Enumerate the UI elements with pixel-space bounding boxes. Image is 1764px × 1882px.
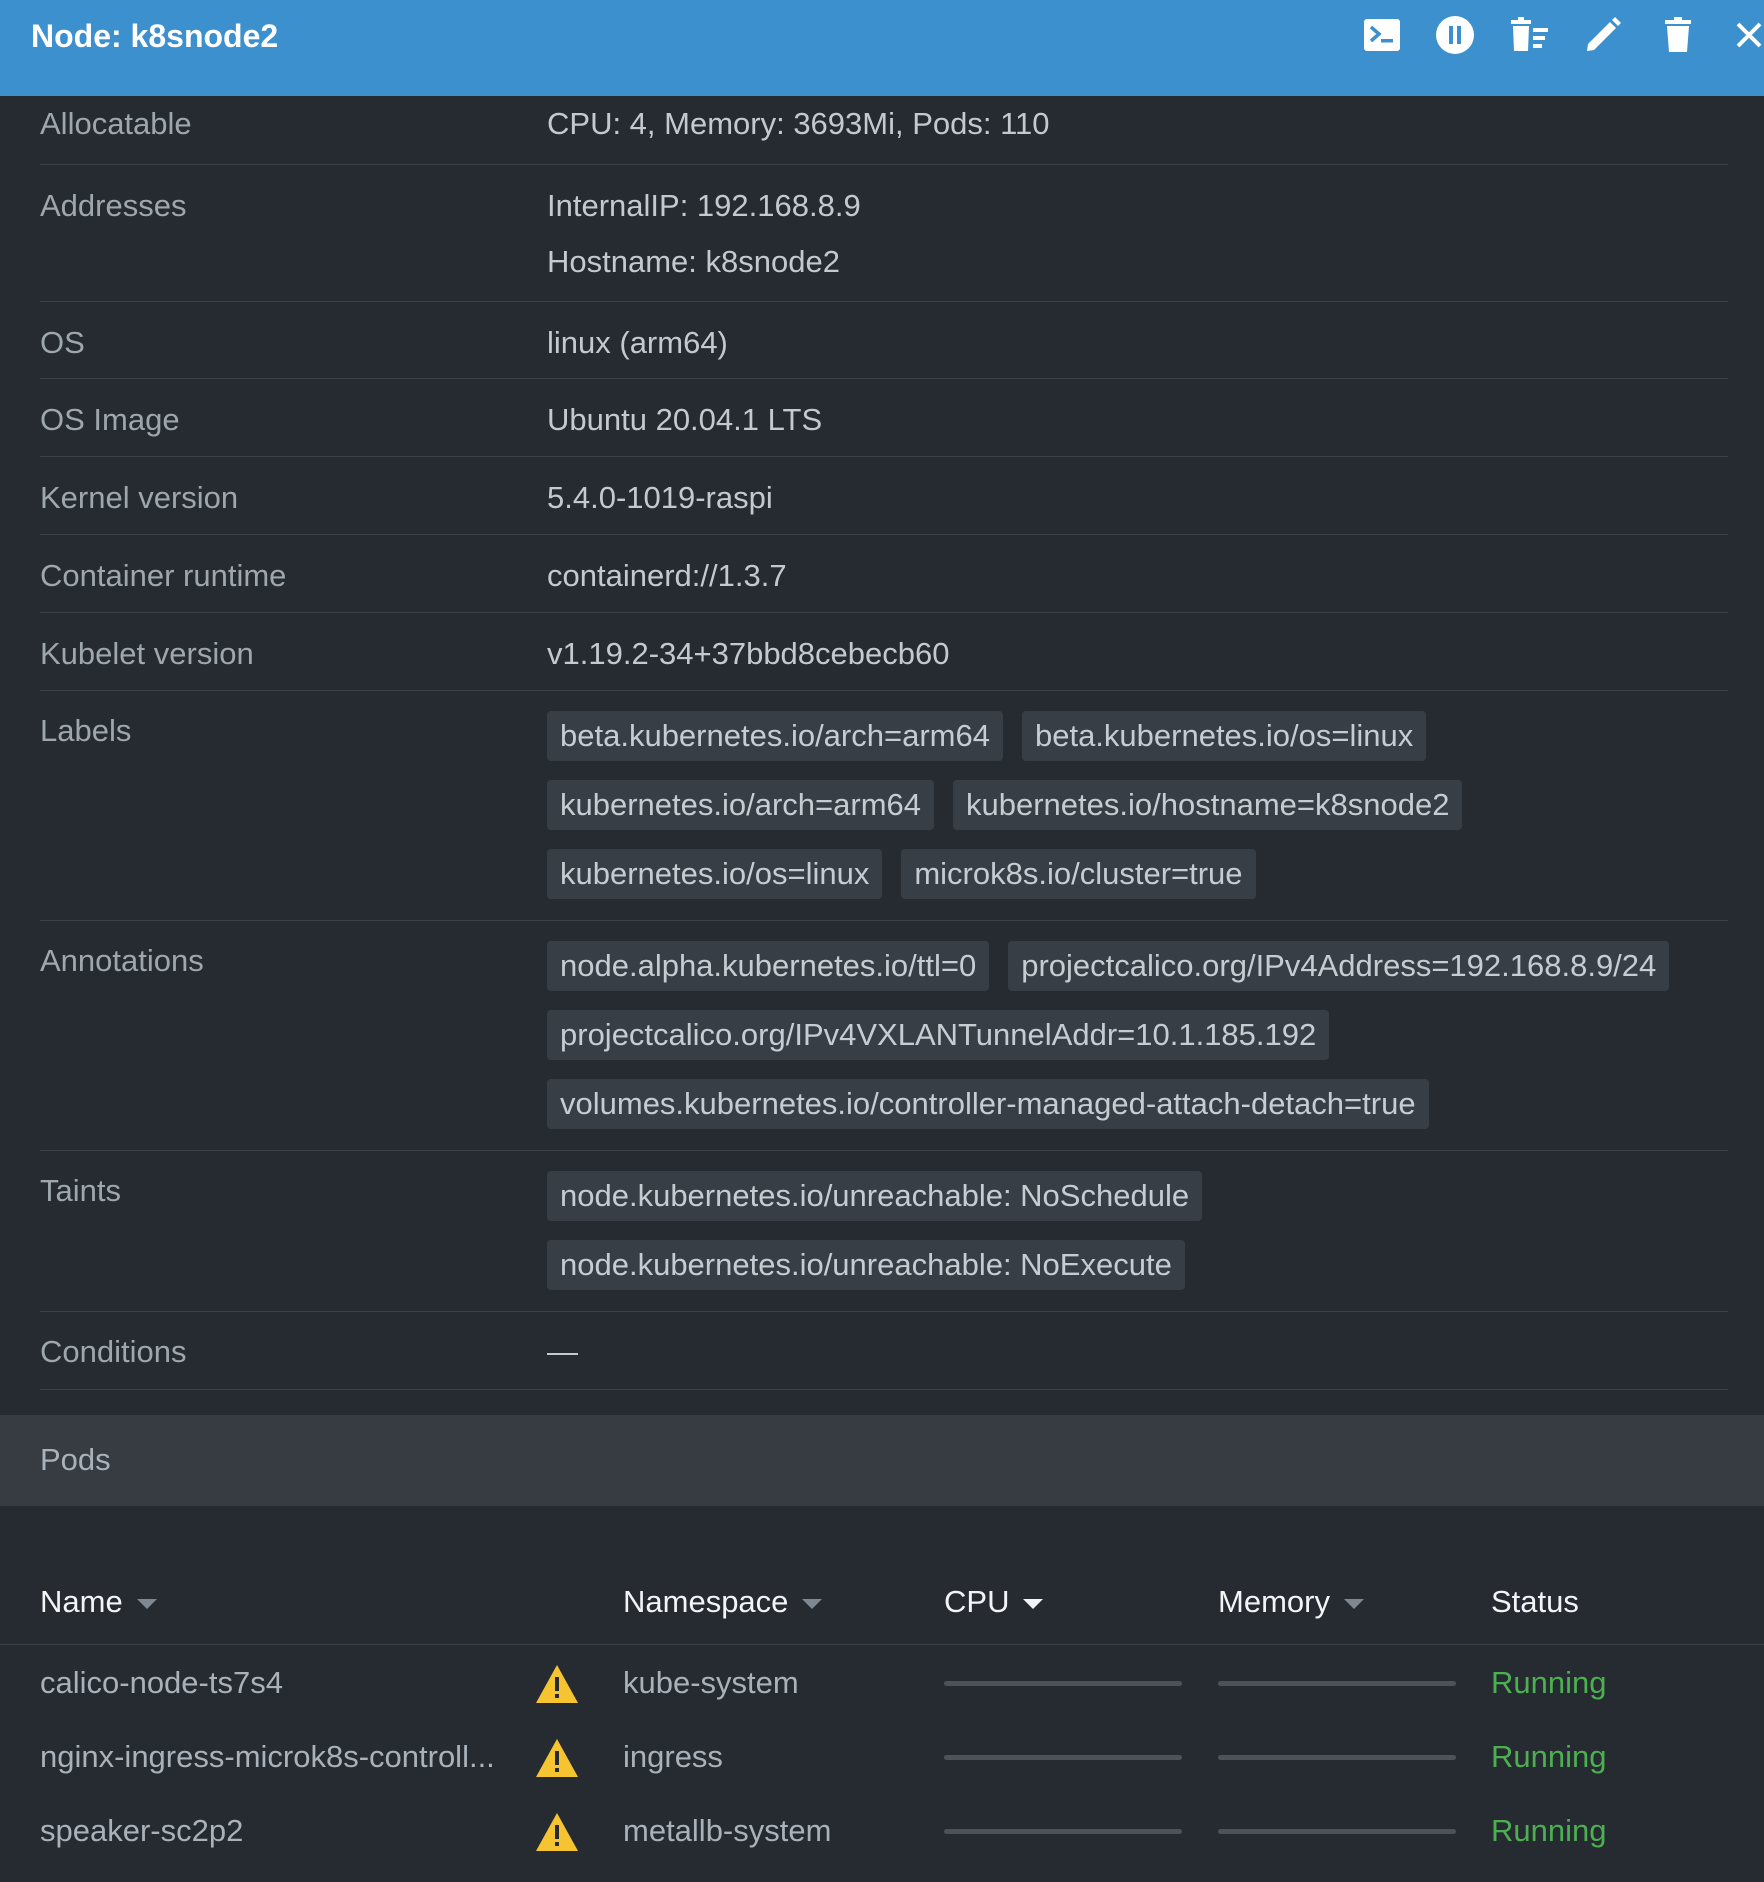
- detail-value: linux (arm64): [547, 325, 728, 360]
- detail-value: containerd://1.3.7: [547, 558, 787, 593]
- column-header-status: Status: [1491, 1584, 1579, 1619]
- pod-name: speaker-sc2p2: [40, 1813, 244, 1848]
- detail-row-taints: Taints node.kubernetes.io/unreachable: N…: [40, 1151, 1728, 1312]
- detail-value: v1.19.2-34+37bbd8cebecb60: [547, 636, 950, 671]
- detail-label: Conditions: [40, 1334, 187, 1369]
- labels-list: beta.kubernetes.io/arch=arm64 beta.kuber…: [547, 711, 1728, 918]
- cpu-usage-bar: [944, 1755, 1182, 1760]
- drain-icon[interactable]: [1508, 14, 1550, 56]
- annotations-list: node.alpha.kubernetes.io/ttl=0 projectca…: [547, 941, 1728, 1148]
- detail-label: Kubelet version: [40, 636, 254, 671]
- pod-status: Running: [1491, 1665, 1607, 1700]
- detail-label: Addresses: [40, 188, 187, 223]
- table-row[interactable]: nginx-ingress-microk8s-controll... ingre…: [0, 1720, 1764, 1794]
- close-icon[interactable]: [1728, 14, 1764, 56]
- detail-label: Labels: [40, 713, 132, 748]
- pods-table-header: Name Namespace CPU Memory Status: [0, 1582, 1764, 1645]
- pod-namespace: ingress: [623, 1739, 723, 1774]
- cpu-usage-bar: [944, 1829, 1182, 1834]
- detail-label: OS Image: [40, 402, 180, 437]
- pods-title: Pods: [40, 1442, 111, 1477]
- edit-icon[interactable]: [1582, 14, 1624, 56]
- node-details: Allocatable CPU: 4, Memory: 3693Mi, Pods…: [40, 96, 1728, 1390]
- warning-icon: [534, 1663, 580, 1705]
- detail-value: —: [547, 1334, 578, 1369]
- memory-usage-bar: [1218, 1755, 1456, 1760]
- cpu-usage-bar: [944, 1681, 1182, 1686]
- warning-icon: [534, 1811, 580, 1853]
- column-header-name[interactable]: Name: [40, 1582, 157, 1622]
- pods-section-header: Pods: [0, 1415, 1764, 1506]
- hostname: Hostname: k8snode2: [547, 244, 840, 279]
- detail-value: CPU: 4, Memory: 3693Mi, Pods: 110: [547, 106, 1050, 141]
- pod-name: calico-node-ts7s4: [40, 1665, 283, 1700]
- taint-chip: node.kubernetes.io/unreachable: NoSchedu…: [547, 1171, 1203, 1221]
- detail-row-conditions: Conditions —: [40, 1312, 1728, 1390]
- label-chip: kubernetes.io/hostname=k8snode2: [953, 780, 1463, 830]
- label-chip: beta.kubernetes.io/os=linux: [1021, 711, 1427, 761]
- label-chip: beta.kubernetes.io/arch=arm64: [547, 711, 1003, 761]
- detail-row-os: OS linux (arm64): [40, 302, 1728, 379]
- warning-icon: [534, 1737, 580, 1779]
- annotation-chip: volumes.kubernetes.io/controller-managed…: [547, 1079, 1429, 1129]
- pod-name: nginx-ingress-microk8s-controll...: [40, 1739, 495, 1774]
- dialog-header: Node: k8snode2: [0, 0, 1764, 96]
- detail-label: Kernel version: [40, 480, 239, 515]
- pod-namespace: kube-system: [623, 1665, 799, 1700]
- memory-usage-bar: [1218, 1681, 1456, 1686]
- memory-usage-bar: [1218, 1829, 1456, 1834]
- detail-row-annotations: Annotations node.alpha.kubernetes.io/ttl…: [40, 921, 1728, 1151]
- dialog-title: Node: k8snode2: [31, 18, 279, 54]
- detail-row-allocatable: Allocatable CPU: 4, Memory: 3693Mi, Pods…: [40, 96, 1728, 165]
- detail-label: OS: [40, 325, 85, 360]
- label-chip: kubernetes.io/os=linux: [547, 849, 883, 899]
- sort-caret-icon: [1343, 1598, 1364, 1609]
- detail-label: Container runtime: [40, 558, 287, 593]
- label-chip: microk8s.io/cluster=true: [901, 849, 1256, 899]
- detail-label: Annotations: [40, 943, 204, 978]
- pod-status: Running: [1491, 1739, 1607, 1774]
- terminal-icon[interactable]: [1361, 14, 1403, 56]
- table-row[interactable]: calico-node-ts7s4 kube-system Running: [0, 1646, 1764, 1720]
- sort-caret-icon: [136, 1598, 157, 1609]
- taint-chip: node.kubernetes.io/unreachable: NoExecut…: [547, 1240, 1185, 1290]
- detail-row-kernel: Kernel version 5.4.0-1019-raspi: [40, 457, 1728, 535]
- detail-row-runtime: Container runtime containerd://1.3.7: [40, 535, 1728, 613]
- sort-caret-icon: [802, 1598, 823, 1609]
- column-header-cpu[interactable]: CPU: [944, 1582, 1044, 1622]
- label-chip: kubernetes.io/arch=arm64: [547, 780, 935, 830]
- trash-icon[interactable]: [1657, 14, 1699, 56]
- column-header-namespace[interactable]: Namespace: [623, 1582, 823, 1622]
- table-row[interactable]: speaker-sc2p2 metallb-system Running: [0, 1794, 1764, 1868]
- detail-row-os-image: OS Image Ubuntu 20.04.1 LTS: [40, 379, 1728, 457]
- detail-row-addresses: Addresses InternalIP: 192.168.8.9 Hostna…: [40, 165, 1728, 302]
- detail-value: Ubuntu 20.04.1 LTS: [547, 402, 823, 437]
- taints-list: node.kubernetes.io/unreachable: NoSchedu…: [547, 1171, 1728, 1309]
- pause-icon[interactable]: [1434, 14, 1476, 56]
- pod-namespace: metallb-system: [623, 1813, 832, 1848]
- detail-value: 5.4.0-1019-raspi: [547, 480, 773, 515]
- column-header-memory[interactable]: Memory: [1218, 1582, 1364, 1622]
- annotation-chip: node.alpha.kubernetes.io/ttl=0: [547, 941, 990, 991]
- detail-label: Taints: [40, 1173, 121, 1208]
- internal-ip: InternalIP: 192.168.8.9: [547, 188, 861, 223]
- detail-label: Allocatable: [40, 106, 192, 141]
- sort-caret-icon: [1023, 1598, 1044, 1609]
- annotation-chip: projectcalico.org/IPv4Address=192.168.8.…: [1008, 941, 1670, 991]
- detail-row-kubelet: Kubelet version v1.19.2-34+37bbd8cebecb6…: [40, 613, 1728, 691]
- pod-status: Running: [1491, 1813, 1607, 1848]
- detail-row-labels: Labels beta.kubernetes.io/arch=arm64 bet…: [40, 691, 1728, 921]
- annotation-chip: projectcalico.org/IPv4VXLANTunnelAddr=10…: [547, 1010, 1330, 1060]
